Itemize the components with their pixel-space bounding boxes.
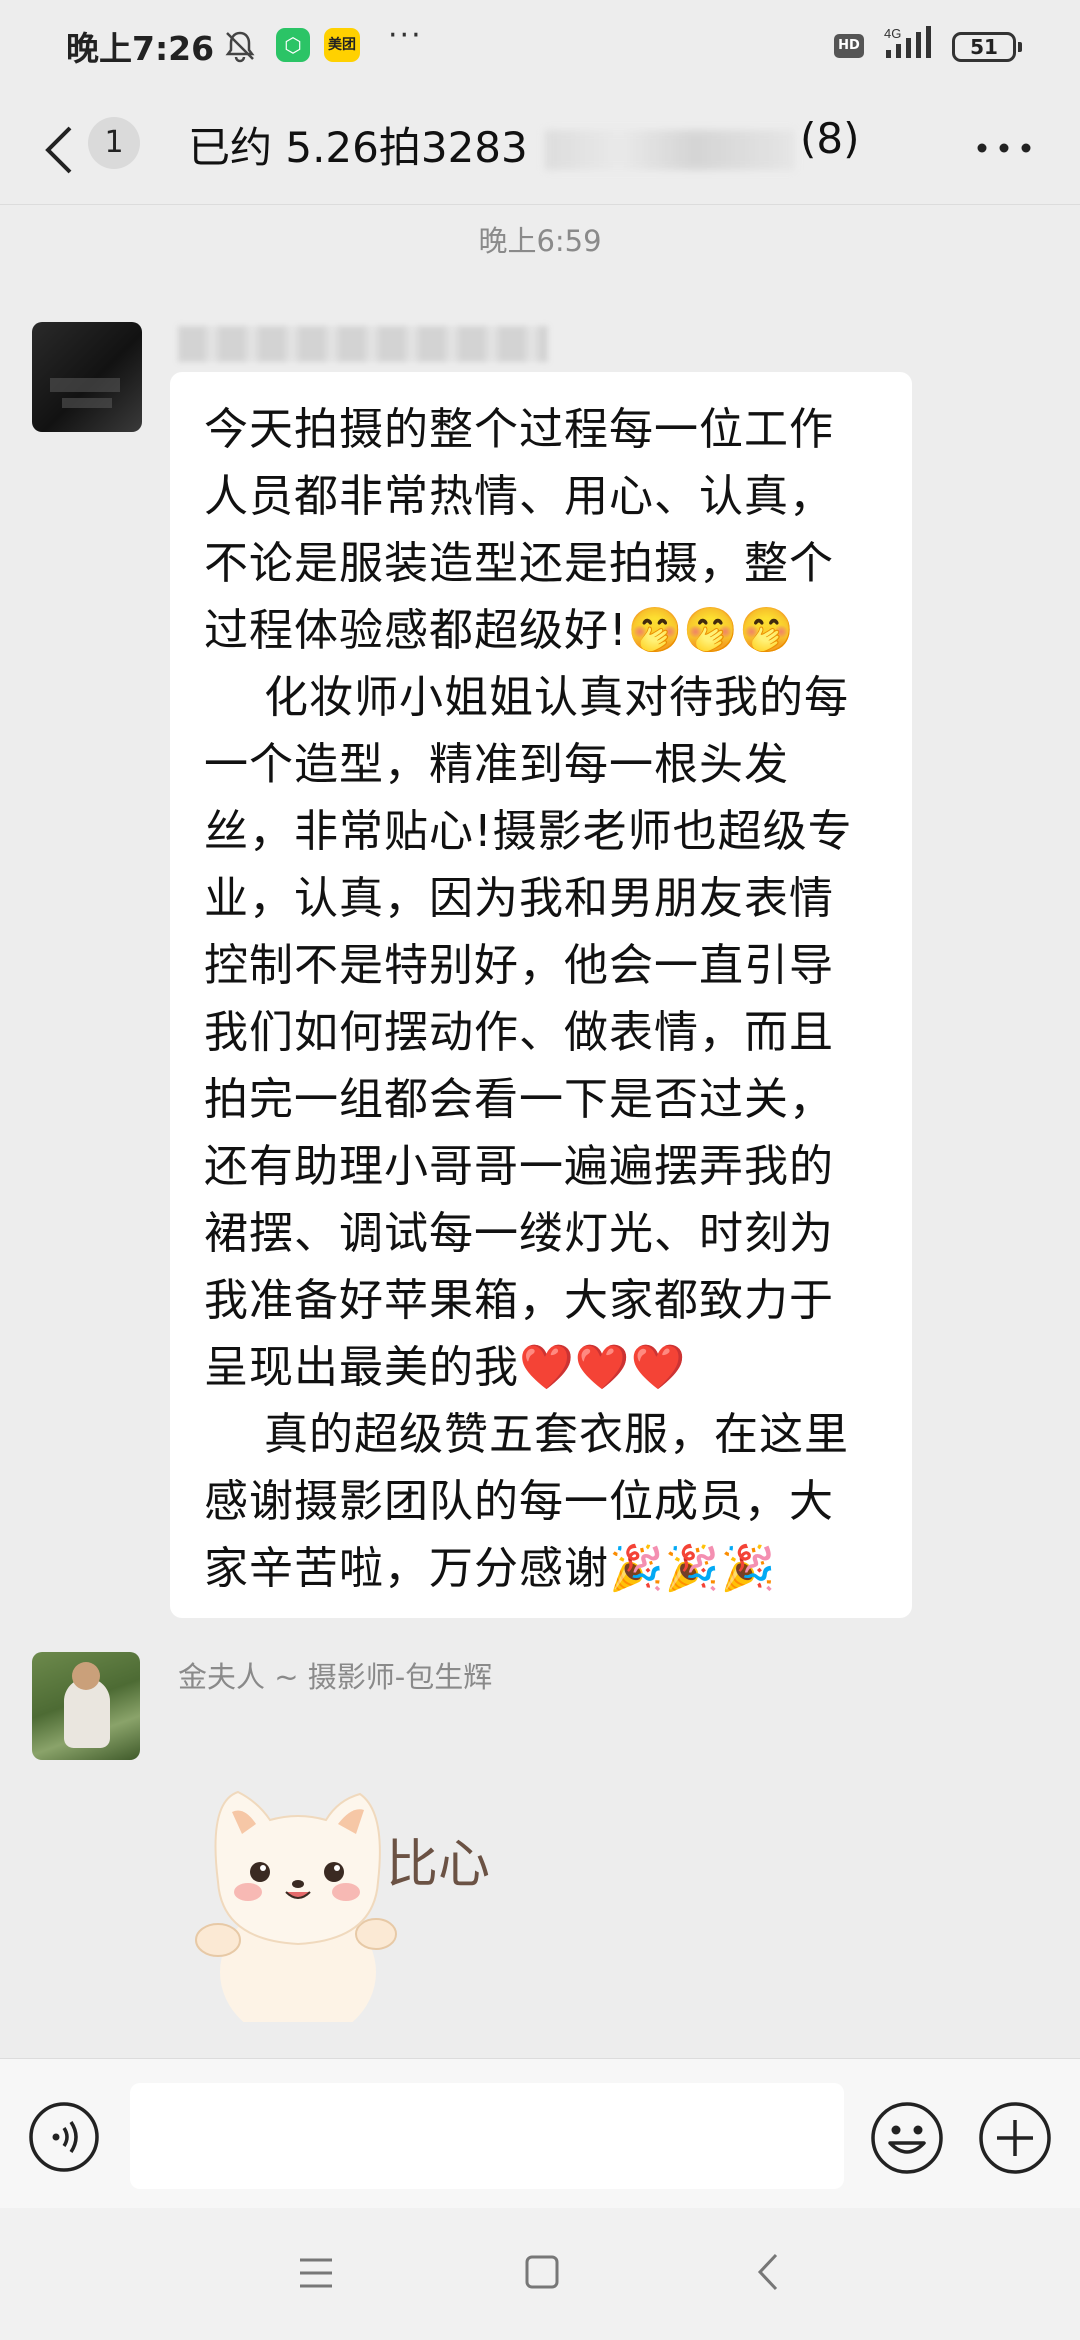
- voice-input-icon[interactable]: [28, 2101, 100, 2173]
- dog-sticker-image[interactable]: 比心: [188, 1772, 508, 2022]
- message-input[interactable]: [130, 2083, 844, 2189]
- unread-count-badge[interactable]: 1: [88, 117, 140, 169]
- emoji-icon[interactable]: [870, 2101, 944, 2175]
- network-type: 4G: [884, 26, 901, 41]
- chat-header: 1 已约 5.26拍3283 (8): [0, 96, 1080, 205]
- recent-apps-icon[interactable]: [298, 2256, 334, 2290]
- system-navigation-bar: [0, 2208, 1080, 2340]
- more-notifications-icon: ···: [388, 18, 423, 53]
- battery-icon: 51: [952, 32, 1022, 62]
- more-options-icon[interactable]: [976, 140, 1032, 156]
- blurred-title-segment: [545, 130, 795, 170]
- sender-avatar[interactable]: [32, 322, 142, 432]
- sender-avatar[interactable]: [32, 1652, 140, 1760]
- system-back-icon[interactable]: [756, 2252, 780, 2292]
- status-time: 晚上7:26: [66, 29, 215, 68]
- message-bubble[interactable]: 今天拍摄的整个过程每一位工作人员都非常热情、用心、认真，不论是服装造型还是拍摄，…: [170, 372, 912, 1618]
- sender-name: 金夫人 ~ 摄影师-包生辉: [178, 1660, 493, 1694]
- signal-icon: 4G: [884, 26, 931, 58]
- message-timestamp: 晚上6:59: [478, 224, 602, 258]
- mute-bell-icon: [225, 31, 255, 63]
- sender-name-redacted: [178, 326, 548, 362]
- meituan-notification-icon: 美团: [324, 28, 360, 62]
- back-arrow-icon[interactable]: [40, 124, 80, 176]
- sticker-text: 比心: [386, 1835, 490, 1895]
- status-bar: 晚上7:26 ⬡ 美团 ··· HD 4G 51: [0, 0, 1080, 96]
- chat-title: 已约 5.26拍3283: [188, 123, 528, 172]
- member-count: (8): [800, 114, 860, 163]
- add-attachment-icon[interactable]: [978, 2101, 1052, 2175]
- app-notification-icon: ⬡: [276, 28, 310, 62]
- message-input-bar: [0, 2058, 1080, 2209]
- home-icon[interactable]: [524, 2254, 560, 2290]
- hd-voice-icon: HD: [834, 34, 864, 58]
- message-text: 今天拍摄的整个过程每一位工作人员都非常热情、用心、认真，不论是服装造型还是拍摄，…: [204, 404, 853, 1594]
